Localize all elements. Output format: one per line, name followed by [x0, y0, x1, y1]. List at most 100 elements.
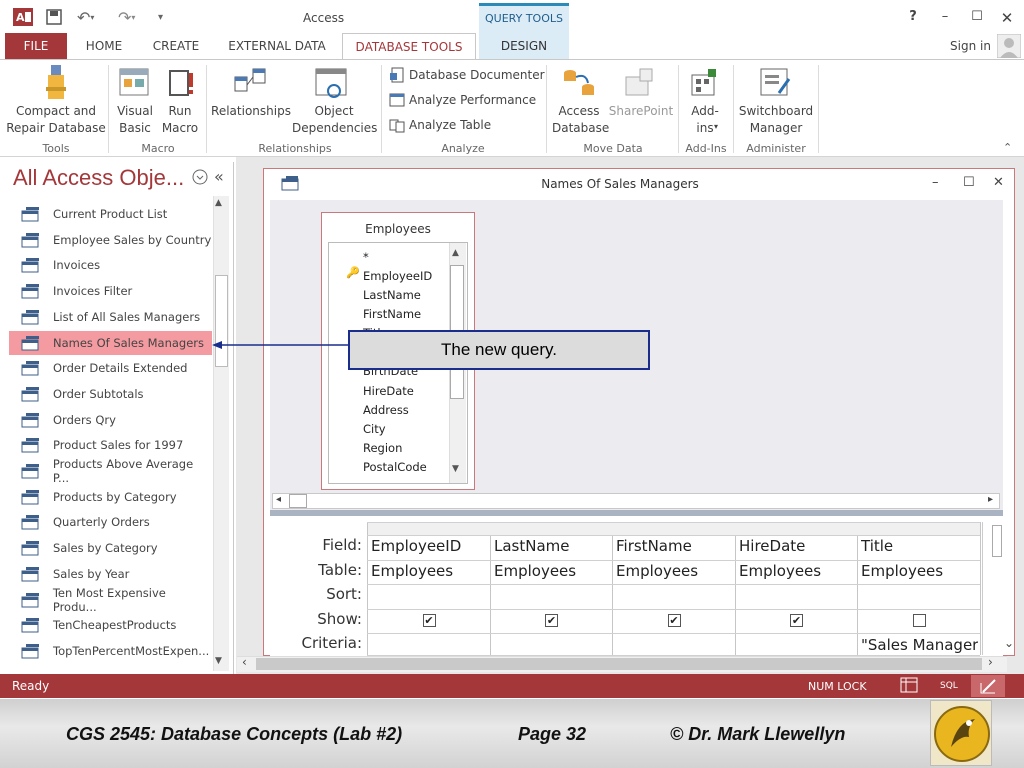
customize-qat-icon[interactable]: ▾: [158, 7, 163, 27]
tab-create[interactable]: CREATE: [146, 33, 206, 59]
nav-item[interactable]: Orders Qry: [9, 408, 212, 432]
table-pane-scroll-thumb[interactable]: [289, 494, 307, 508]
field-list-scroll-up-icon[interactable]: ▲: [452, 248, 459, 258]
doc-scroll-right-icon[interactable]: ›: [988, 655, 993, 669]
query-window-scroll-down-icon[interactable]: ⌄: [1004, 636, 1014, 650]
show-checkbox[interactable]: ✔: [667, 614, 681, 627]
nav-item-label: TenCheapestProducts: [53, 618, 177, 633]
nav-scroll-up-icon[interactable]: ▲: [215, 198, 222, 208]
redo-icon[interactable]: ↷ ▾: [118, 7, 135, 27]
grid-table-cell[interactable]: Employees: [371, 562, 488, 580]
field-item[interactable]: Address: [363, 403, 409, 417]
field-item[interactable]: LastName: [363, 288, 421, 302]
tab-file[interactable]: FILE: [5, 33, 67, 59]
nav-item[interactable]: TopTenPercentMostExpen...: [9, 639, 212, 663]
doc-scroll-thumb[interactable]: [256, 658, 982, 670]
grid-field-cell[interactable]: FirstName: [616, 537, 733, 555]
grid-field-cell[interactable]: HireDate: [739, 537, 855, 555]
close-button[interactable]: ✕: [996, 9, 1018, 27]
tab-home[interactable]: HOME: [80, 33, 128, 59]
visual-basic-button[interactable]: Visual Basic: [112, 103, 158, 137]
nav-item[interactable]: Ten Most Expensive Produ...: [9, 586, 212, 614]
show-checkbox[interactable]: [912, 614, 926, 627]
nav-item[interactable]: Quarterly Orders: [9, 510, 212, 534]
save-icon[interactable]: [45, 7, 63, 27]
query-maximize-button[interactable]: ☐: [963, 175, 975, 190]
tab-database-tools[interactable]: DATABASE TOOLS: [342, 33, 476, 59]
help-button[interactable]: ?: [902, 9, 924, 24]
collapse-ribbon-icon[interactable]: ⌃: [1003, 141, 1012, 154]
grid-criteria-cell[interactable]: "Sales Manager': [861, 636, 978, 654]
object-dependencies-button[interactable]: Object Dependencies: [292, 103, 377, 137]
field-list-scroll-down-icon[interactable]: ▼: [452, 464, 459, 474]
show-checkbox[interactable]: ✔: [790, 614, 803, 627]
field-item[interactable]: City: [363, 422, 386, 436]
table-pane-scroll-right-icon[interactable]: ▸: [988, 494, 993, 505]
field-item[interactable]: EmployeeID: [363, 269, 432, 283]
field-item[interactable]: FirstName: [363, 307, 421, 321]
field-item[interactable]: HireDate: [363, 384, 414, 398]
user-avatar-icon[interactable]: [997, 34, 1021, 58]
grid-table-cell[interactable]: Employees: [494, 562, 610, 580]
nav-item[interactable]: Employee Sales by Country: [9, 228, 212, 252]
field-item[interactable]: PostalCode: [363, 460, 427, 474]
nav-scroll-thumb[interactable]: [215, 275, 228, 367]
field-item[interactable]: *: [363, 250, 369, 264]
doc-scroll-left-icon[interactable]: ‹: [242, 655, 247, 669]
nav-item[interactable]: Products Above Average P...: [9, 457, 212, 485]
switchboard-manager-button[interactable]: Switchboard Manager: [736, 103, 816, 137]
analyze-table-button[interactable]: Analyze Table: [389, 115, 491, 135]
nav-item[interactable]: Names Of Sales Managers: [9, 330, 212, 355]
show-checkbox[interactable]: ✔: [422, 614, 436, 627]
add-ins-dropdown-icon[interactable]: ▾: [714, 122, 718, 131]
tab-external-data[interactable]: EXTERNAL DATA: [224, 33, 330, 59]
nav-scrollbar[interactable]: [213, 196, 229, 671]
table-pane-scroll-left-icon[interactable]: ◂: [276, 494, 281, 505]
sign-in-link[interactable]: Sign in: [950, 39, 991, 53]
pane-splitter[interactable]: [270, 510, 1003, 516]
add-ins-button[interactable]: Add- ins: [682, 103, 728, 137]
nav-item[interactable]: Invoices Filter: [9, 279, 212, 303]
column-selectors[interactable]: [368, 523, 980, 535]
nav-item[interactable]: TenCheapestProducts: [9, 613, 212, 637]
nav-item[interactable]: Sales by Year: [9, 562, 212, 586]
shutter-bar-close-icon[interactable]: «: [214, 167, 224, 186]
nav-item[interactable]: Products by Category: [9, 485, 212, 509]
access-database-button[interactable]: Access Database: [552, 103, 609, 137]
maximize-button[interactable]: ☐: [966, 9, 988, 24]
grid-field-cell[interactable]: LastName: [494, 537, 610, 555]
nav-item[interactable]: List of All Sales Managers: [9, 305, 212, 329]
tab-design[interactable]: DESIGN: [479, 33, 569, 59]
database-documenter-button[interactable]: Database Documenter: [389, 65, 545, 85]
grid-table-cell[interactable]: Employees: [861, 562, 978, 580]
sql-view-button[interactable]: SQL: [940, 681, 958, 691]
nav-item[interactable]: Product Sales for 1997: [9, 433, 212, 457]
compact-repair-button[interactable]: Compact and Repair Database: [6, 103, 106, 137]
field-item[interactable]: Region: [363, 441, 402, 455]
nav-menu-dropdown-icon[interactable]: [192, 169, 208, 185]
nav-item[interactable]: Current Product List: [9, 202, 212, 226]
query-minimize-button[interactable]: –: [932, 175, 939, 190]
nav-scroll-down-icon[interactable]: ▼: [215, 656, 222, 666]
grid-table-cell[interactable]: Employees: [739, 562, 855, 580]
grid-field-cell[interactable]: Title: [861, 537, 978, 555]
relationships-button[interactable]: Relationships: [210, 103, 292, 120]
table-pane-hscrollbar[interactable]: [272, 493, 1000, 509]
run-macro-button[interactable]: Run Macro: [158, 103, 202, 137]
design-view-button[interactable]: [971, 675, 1005, 697]
grid-field-cell[interactable]: EmployeeID: [371, 537, 488, 555]
show-checkbox[interactable]: ✔: [545, 614, 558, 627]
nav-item[interactable]: Order Subtotals: [9, 382, 212, 406]
analyze-performance-button[interactable]: Analyze Performance: [389, 90, 536, 110]
nav-item[interactable]: Invoices: [9, 253, 212, 277]
nav-item[interactable]: Sales by Category: [9, 536, 212, 560]
query-close-button[interactable]: ✕: [993, 175, 1004, 190]
grid-vscroll-thumb[interactable]: [992, 525, 1002, 557]
minimize-button[interactable]: –: [934, 9, 956, 24]
undo-icon[interactable]: ↶ ▾: [77, 7, 94, 27]
grid-table-cell[interactable]: Employees: [616, 562, 733, 580]
datasheet-view-icon[interactable]: [900, 677, 918, 693]
sharepoint-button[interactable]: SharePoint: [608, 103, 674, 120]
nav-pane-title[interactable]: All Access Obje...: [13, 165, 184, 191]
nav-item[interactable]: Order Details Extended: [9, 356, 212, 380]
